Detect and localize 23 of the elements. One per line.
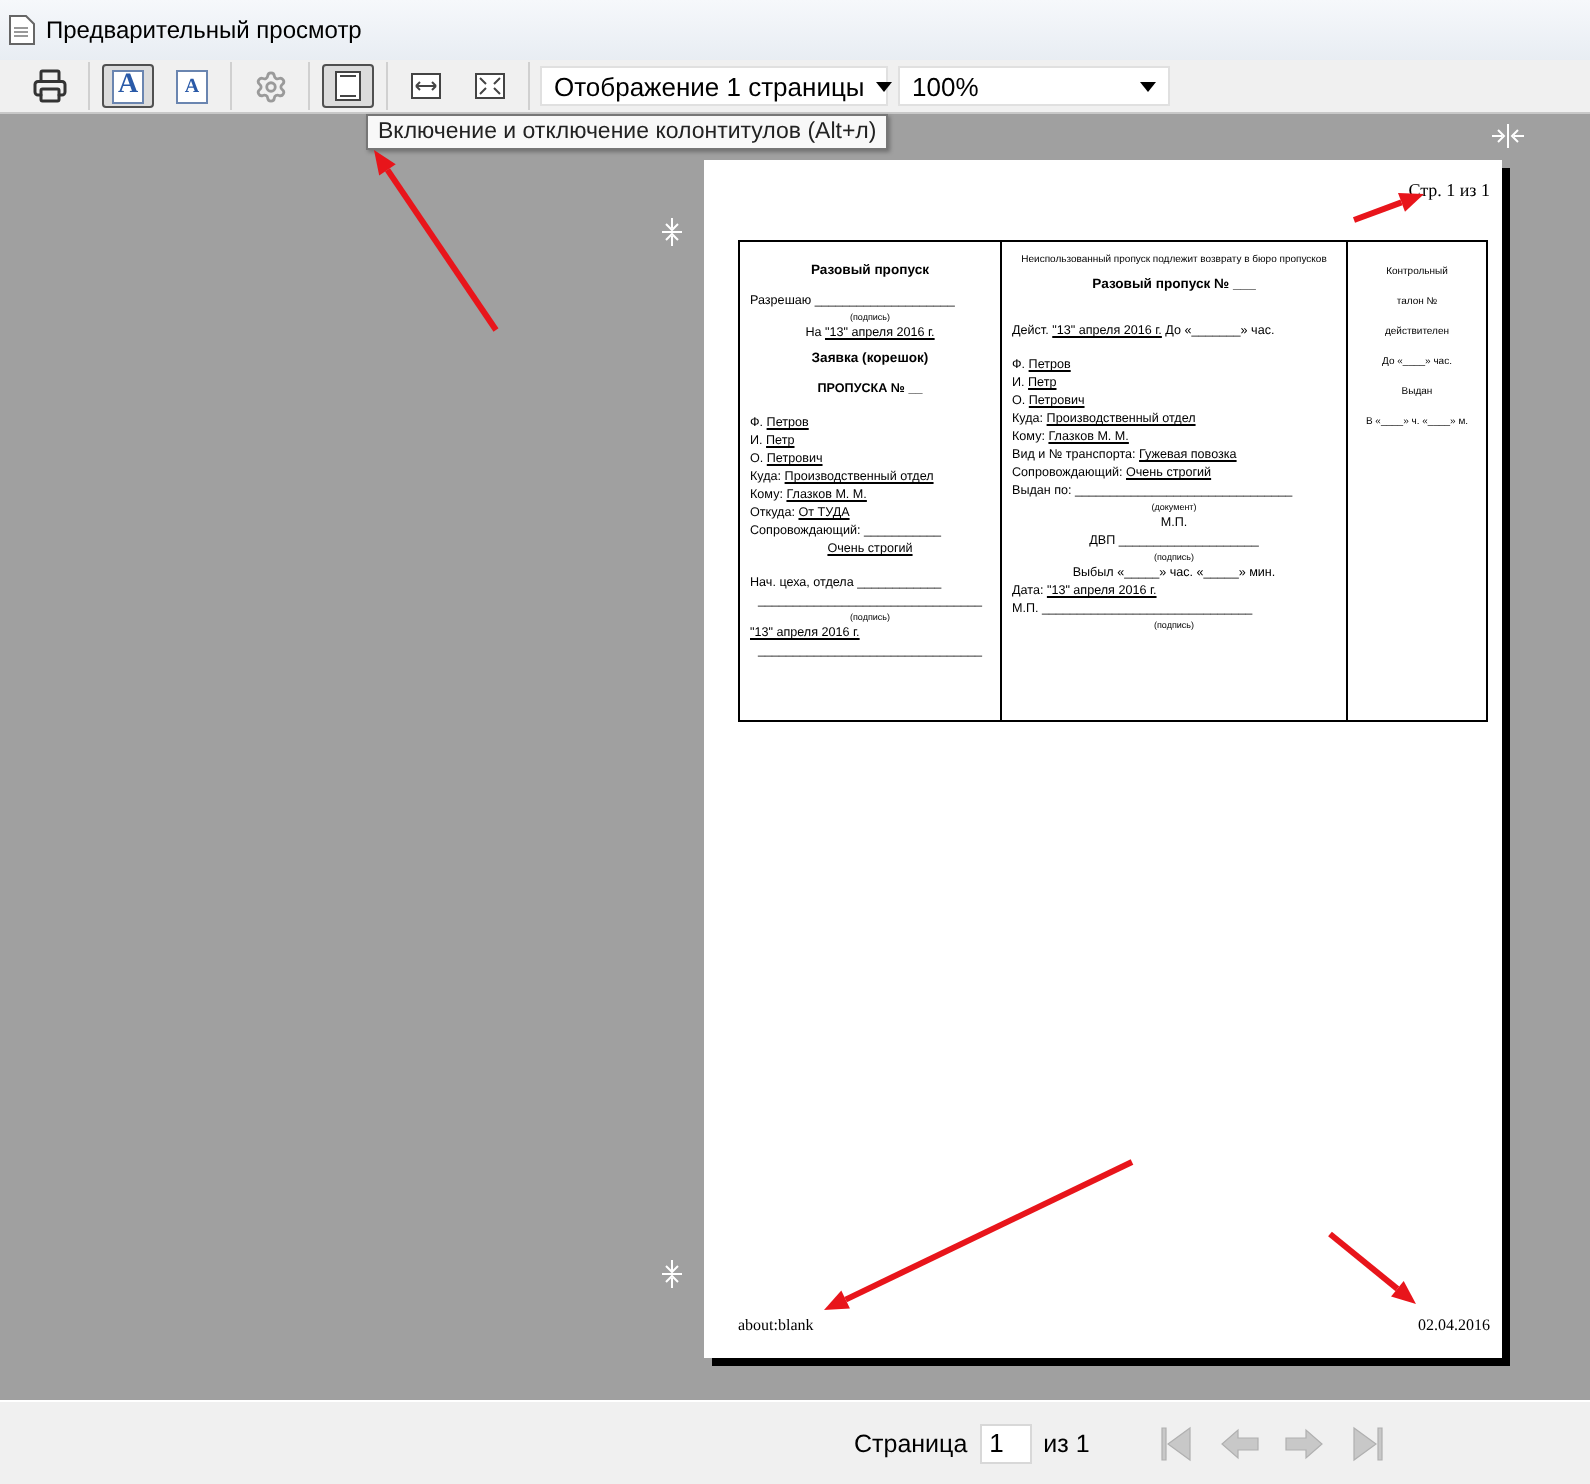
fit-width-icon <box>408 70 444 102</box>
page-margins-icon <box>332 70 364 102</box>
printer-icon <box>32 68 68 104</box>
page-number-field[interactable]: 1 <box>979 1423 1032 1463</box>
margin-handle-icon[interactable] <box>660 218 684 246</box>
fit-page-icon <box>472 70 508 102</box>
font-large-button[interactable]: A <box>102 64 154 108</box>
zoom-dropdown[interactable]: 100% <box>898 66 1170 106</box>
page-footer-date: 02.04.2016 <box>1418 1316 1490 1334</box>
gear-icon <box>253 69 287 103</box>
page-label: Страница <box>854 1429 968 1457</box>
window-title: Предварительный просмотр <box>46 16 362 44</box>
margin-handle-icon[interactable] <box>660 1260 684 1288</box>
margin-handle-icon[interactable] <box>1492 124 1524 148</box>
page-footer-url: about:blank <box>738 1316 814 1334</box>
annotation-arrow <box>1328 1231 1416 1304</box>
document-icon <box>8 14 36 46</box>
page-view-dropdown[interactable]: Отображение 1 страницы <box>540 66 888 106</box>
page-total: из 1 <box>1043 1429 1090 1457</box>
tooltip: Включение и отключение колонтитулов (Alt+л) <box>366 114 889 150</box>
header-footer-button[interactable] <box>322 64 374 108</box>
caret-icon <box>1140 81 1156 91</box>
font-small-button[interactable]: A <box>166 64 218 108</box>
